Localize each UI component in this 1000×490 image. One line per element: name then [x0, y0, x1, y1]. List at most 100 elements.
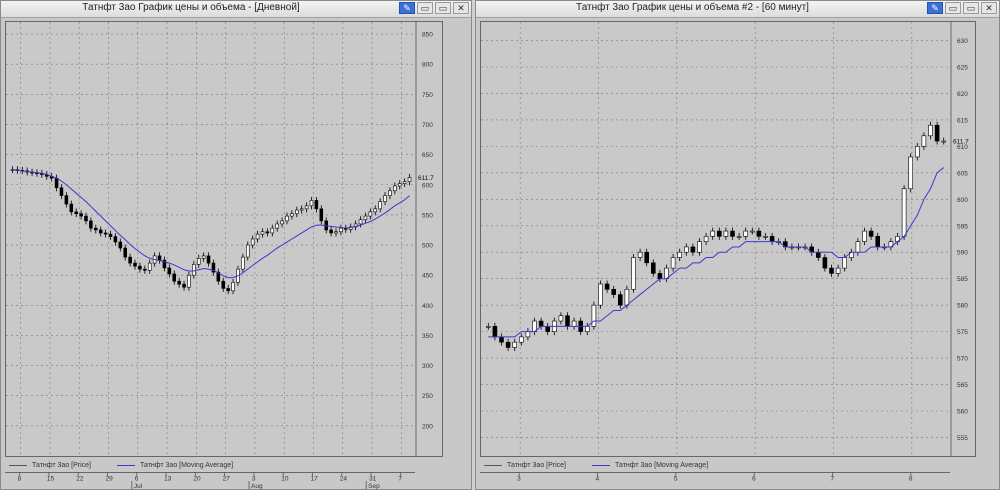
last-value-label: 611.7	[418, 175, 434, 182]
close-button[interactable]: ✕	[981, 2, 997, 14]
candle-body	[862, 230, 867, 242]
candle-body	[486, 326, 491, 328]
x-tick-label: 24	[340, 476, 348, 483]
candle-body	[743, 230, 748, 237]
candle-body	[295, 209, 299, 214]
daily-price-chart[interactable]: 200 250 300 350 400 450 500 550 600 650 700 750 800 8…	[5, 21, 443, 457]
candle-body	[69, 203, 74, 213]
y-tick-label: 600	[957, 197, 968, 204]
candle-body	[756, 230, 762, 237]
candle-body	[143, 268, 147, 271]
pen-icon[interactable]: ✎	[927, 2, 943, 14]
candle-body	[123, 247, 127, 258]
candle-body	[717, 230, 722, 237]
daily-window-title: Татнфт 3ао График цены и объема - [Дневн…	[82, 2, 300, 13]
candle-body	[604, 283, 610, 290]
candle-body	[822, 257, 828, 269]
candle-body	[565, 315, 570, 327]
candle-body	[505, 341, 511, 348]
daily-window-titlebar[interactable]: Татнфт 3ао График цены и объема - [Дневн…	[1, 1, 471, 18]
hourly-chart-window: Татнфт 3ао График цены и объема #2 - [60…	[475, 0, 1000, 490]
candle-body	[512, 341, 517, 348]
hourly-legend: Татнфт 3ао [Price] Татнфт 3ао [Moving Av…	[484, 462, 708, 469]
candle-body	[519, 336, 524, 343]
y-tick-label: 600	[422, 182, 433, 189]
pen-icon[interactable]: ✎	[399, 2, 415, 14]
candle-body	[677, 251, 682, 258]
x-tick-label: 3	[252, 476, 256, 483]
candle-body	[378, 201, 382, 210]
daily-x-axis: 8 15 22 29 6 13 20 27 3 10 17 24 31 7 Jul Aug Sep	[5, 472, 415, 490]
candle-body	[54, 177, 59, 189]
x-tick-label: 6	[135, 476, 139, 483]
candle-body	[901, 188, 907, 237]
x-tick-label: 4	[596, 476, 600, 483]
candle-body	[221, 280, 226, 289]
restore-button[interactable]: ▭	[435, 2, 451, 14]
candle-body	[373, 208, 378, 213]
candle-body	[558, 315, 564, 322]
candle-body	[868, 230, 874, 237]
y-tick-label: 630	[957, 38, 968, 45]
hourly-price-chart[interactable]: 5555605655705755805855905956006056106156…	[480, 21, 976, 457]
x-tick-label: 5	[674, 476, 678, 483]
close-button[interactable]: ✕	[453, 2, 469, 14]
candle-body	[651, 262, 656, 274]
candle-body	[710, 230, 715, 237]
y-tick-label: 585	[957, 276, 968, 283]
candle-body	[89, 220, 93, 229]
candle-body	[275, 223, 279, 229]
y-tick-label: 605	[957, 170, 968, 177]
candle-body	[172, 273, 177, 282]
restore-button[interactable]: ▭	[963, 2, 979, 14]
y-tick-label: 650	[422, 152, 433, 159]
y-tick-label: 500	[422, 243, 433, 250]
candle-body	[611, 288, 616, 295]
candle-body	[670, 257, 676, 269]
minimize-button[interactable]: ▭	[417, 2, 433, 14]
candle-body	[703, 236, 709, 242]
candle-body	[363, 215, 368, 221]
x-tick-label: 7	[831, 476, 835, 483]
minimize-button[interactable]: ▭	[945, 2, 961, 14]
candle-body	[118, 241, 123, 249]
y-tick-label: 625	[957, 64, 968, 71]
candle-body	[684, 246, 689, 253]
daily-legend: Татнфт 3ао [Price] Татнфт 3ао [Moving Av…	[9, 462, 233, 469]
candle-body	[177, 280, 181, 285]
y-tick-label: 200	[422, 423, 433, 430]
candle-body	[255, 233, 260, 240]
candle-body	[329, 229, 333, 234]
hourly-window-titlebar[interactable]: Татнфт 3ао График цены и объема #2 - [60…	[476, 1, 999, 18]
candle-body	[697, 241, 702, 253]
legend-ma-item: Татнфт 3ао [Moving Average]	[592, 462, 708, 469]
candle-body	[358, 219, 363, 225]
candle-body	[299, 208, 304, 211]
candle-body	[147, 262, 152, 271]
candle-body	[816, 251, 821, 258]
candle-body	[98, 229, 103, 234]
last-value-label: 611.7	[953, 139, 969, 146]
hourly-x-axis: 3 4 5 6 7 8	[480, 472, 950, 483]
candle-body	[304, 205, 309, 210]
candle-body	[875, 236, 880, 248]
candle-body	[908, 156, 913, 190]
candle-body	[339, 227, 343, 233]
candle-body	[631, 257, 636, 290]
candle-body	[769, 236, 775, 242]
candle-body	[934, 124, 940, 142]
candle-body	[285, 215, 289, 222]
candle-body	[368, 211, 373, 217]
candle-body	[314, 200, 319, 210]
y-tick-label: 560	[957, 409, 968, 416]
x-tick-label: 27	[223, 476, 231, 483]
candle-body	[618, 294, 623, 306]
candle-body	[196, 257, 201, 265]
y-tick-label: 250	[422, 393, 433, 400]
candle-body	[241, 256, 245, 270]
candle-body	[499, 336, 504, 343]
candle-body	[763, 236, 768, 238]
y-tick-label: 590	[957, 250, 968, 257]
candle-body	[921, 135, 927, 147]
candle-body	[250, 238, 255, 246]
